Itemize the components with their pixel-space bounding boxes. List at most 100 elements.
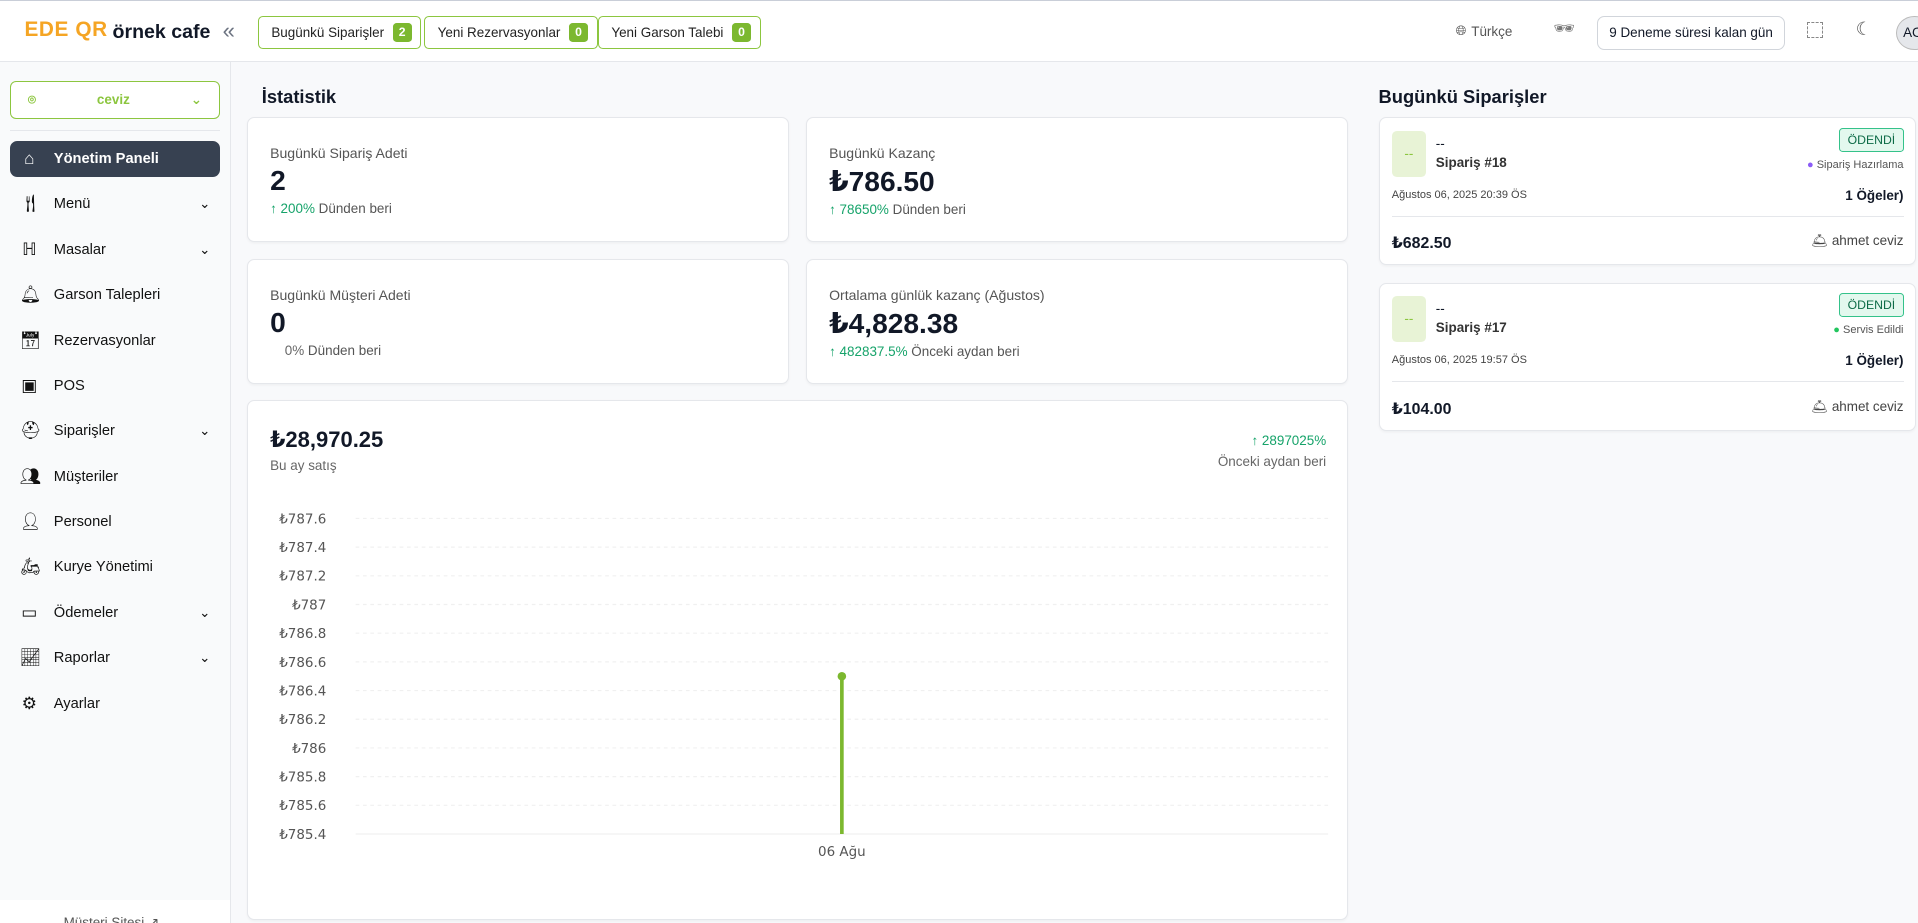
fullscreen-icon[interactable]: [1806, 21, 1823, 38]
language-label: Türkçe: [1471, 23, 1513, 39]
sidebar-item-label: Personel: [53, 514, 112, 531]
sidebar-item-label: Masalar: [53, 241, 106, 258]
item-count: 1 Öğeler): [1845, 353, 1904, 369]
users-icon: 👥︎: [19, 466, 42, 486]
sales-chart: ₺787.6 ₺787.4 ₺787.2 ₺787 ₺786.8 ₺786.6 ₺786.4…: [279, 512, 1329, 860]
staff-icon: 👤︎: [19, 512, 42, 532]
order-card[interactable]: -- -- Sipariş #17 ÖDENDİ ● Servis Edildi…: [1378, 282, 1916, 431]
table-icon: ℍ: [22, 239, 37, 259]
sidebar-item-label: Raporlar: [53, 650, 111, 667]
cloche-icon: ⛑︎: [19, 421, 42, 441]
stat-delta: ↑ 200% Dünden beri: [270, 200, 392, 216]
bell-icon: 🔔︎: [19, 285, 42, 305]
sidebar-item-label: Rezervasyonlar: [53, 332, 156, 349]
stat-label: Ortalama günlük kazanç (Ağustos): [829, 287, 1045, 304]
sidebar-item-label: Ayarlar: [53, 695, 100, 712]
language-selector[interactable]: 🌐︎ Türkçe: [1456, 23, 1513, 39]
calendar-icon: 📅︎: [19, 330, 42, 350]
menu-icon: 🍴︎: [19, 194, 42, 214]
incognito-icon[interactable]: 🕶︎: [1553, 19, 1575, 39]
top-header: EDE QR örnek cafe « Bugünkü Siparişler 2 …: [0, 0, 1918, 63]
chevron-down-icon: ⌄: [199, 196, 211, 212]
stat-value: ₺4,828.38: [829, 307, 959, 339]
sidebar-item-label: Siparişler: [53, 423, 115, 440]
todays-orders-button[interactable]: Bugünkü Siparişler 2: [258, 15, 422, 49]
collapse-sidebar-icon[interactable]: «: [223, 18, 235, 44]
sidebar-item-3[interactable]: 🔔︎ Garson Talepleri: [10, 277, 220, 314]
sidebar-item-11[interactable]: 📈︎ Raporlar ⌄: [10, 640, 220, 677]
sidebar-item-1[interactable]: 🍴︎ Menü ⌄: [10, 186, 220, 223]
y-tick-label: ₺787: [292, 598, 326, 613]
sidebar-item-label: POS: [53, 377, 85, 394]
y-tick-label: ₺786: [292, 742, 326, 757]
branch-select[interactable]: ⌾ ceviz ⌄: [9, 80, 221, 119]
customer-site-link[interactable]: Müşteri Sitesi ↗: [64, 915, 160, 923]
globe-icon: 🌐︎: [1455, 23, 1467, 39]
stat-label: Bugünkü Müşteri Adeti: [270, 287, 411, 304]
order-stage: ● Sipariş Hazırlama: [1806, 158, 1904, 171]
sidebar-item-8[interactable]: 👤︎ Personel: [10, 504, 220, 541]
courier-icon: 🛵︎: [19, 557, 42, 577]
avatar[interactable]: AC: [1895, 15, 1918, 50]
y-tick-label: ₺786.8: [279, 627, 326, 642]
cafe-name: örnek cafe: [112, 20, 211, 43]
divider: [1391, 381, 1904, 383]
pill-count: 2: [392, 22, 412, 42]
stat-value: ₺786.50: [829, 165, 935, 197]
sidebar-item-9[interactable]: 🛵︎ Kurye Yönetimi: [10, 549, 220, 586]
pill-count: 0: [731, 22, 751, 42]
pos-icon: ▣: [21, 375, 38, 395]
payment-status-badge: ÖDENDİ: [1839, 128, 1904, 152]
sidebar-item-6[interactable]: ⛑︎ Siparişler ⌄: [10, 413, 220, 450]
table-label: --: [1435, 300, 1445, 316]
table-thumb: --: [1391, 295, 1426, 343]
payment-status-badge: ÖDENDİ: [1839, 293, 1904, 317]
sidebar-item-12[interactable]: ⚙︎ Ayarlar: [10, 685, 220, 722]
stat-label: Bugünkü Kazanç: [829, 145, 936, 162]
sidebar-item-label: Müşteriler: [53, 468, 119, 485]
waiter-icon: 🛎︎: [1811, 398, 1829, 414]
y-tick-label: ₺785.8: [279, 771, 326, 786]
order-total: ₺682.50: [1391, 235, 1452, 253]
chevron-down-icon: ⌄: [199, 650, 211, 666]
new-waiter-request-button[interactable]: Yeni Garson Talebi 0: [598, 15, 761, 49]
y-tick-label: ₺786.2: [279, 713, 326, 728]
sidebar-item-label: Menü: [53, 196, 91, 213]
sidebar-item-10[interactable]: ▭ Ödemeler ⌄: [10, 594, 220, 631]
stat-card: Bugünkü Kazanç ₺786.50 ↑ 78650% Dünden b…: [806, 117, 1348, 243]
moon-icon[interactable]: ☾: [1856, 18, 1872, 40]
monthly-sales-card: ₺28,970.25 Bu ay satış ↑ 2897025% Önceki…: [247, 399, 1348, 920]
y-tick-label: ₺787.2: [279, 570, 326, 585]
order-stage: ● Servis Edildi: [1833, 323, 1904, 336]
stat-label: Bugünkü Sipariş Adeti: [270, 145, 408, 162]
chevron-down-icon: ⌄: [199, 423, 211, 439]
y-tick-label: ₺786.6: [279, 656, 326, 671]
y-tick-label: ₺785.4: [279, 828, 326, 843]
stat-card: Ortalama günlük kazanç (Ağustos) ₺4,828.…: [806, 259, 1348, 385]
stat-card: Bugünkü Müşteri Adeti 0 0% Dünden beri: [247, 259, 789, 385]
table-thumb: --: [1391, 130, 1426, 178]
waiter-icon: 🛎︎: [1811, 233, 1829, 249]
sidebar-item-0[interactable]: ⌂ Yönetim Paneli: [9, 140, 221, 178]
sidebar-item-label: Ödemeler: [53, 604, 119, 621]
sidebar-item-4[interactable]: 📅︎ Rezervasyonlar: [10, 322, 220, 359]
trial-days-button[interactable]: 9 Deneme süresi kalan gün: [1597, 15, 1785, 50]
stat-delta: ↑ 482837.5% Önceki aydan beri: [829, 343, 1020, 359]
waiter: 🛎︎ ahmet ceviz: [1811, 398, 1904, 414]
order-name: Sipariş #18: [1435, 155, 1507, 171]
wallet-icon: ▭: [21, 602, 38, 622]
new-reservations-button[interactable]: Yeni Rezervasyonlar 0: [424, 15, 598, 49]
sidebar-item-7[interactable]: 👥︎ Müşteriler: [10, 458, 220, 495]
logo: EDE QR: [24, 18, 108, 42]
order-total: ₺104.00: [1391, 400, 1452, 418]
data-point: [837, 671, 847, 681]
stat-value: 2: [270, 164, 286, 196]
sidebar-item-5[interactable]: ▣ POS: [10, 368, 220, 405]
order-card[interactable]: -- -- Sipariş #18 ÖDENDİ ● Sipariş Hazır…: [1378, 117, 1916, 266]
y-tick-label: ₺786.4: [279, 684, 326, 699]
order-name: Sipariş #17: [1435, 320, 1507, 336]
chevron-down-icon: ⌄: [199, 604, 211, 620]
chevron-down-icon: ⌄: [199, 241, 211, 257]
stat-card: Bugünkü Sipariş Adeti 2 ↑ 200% Dünden be…: [247, 117, 789, 243]
sidebar-item-2[interactable]: ℍ Masalar ⌄: [10, 231, 220, 268]
